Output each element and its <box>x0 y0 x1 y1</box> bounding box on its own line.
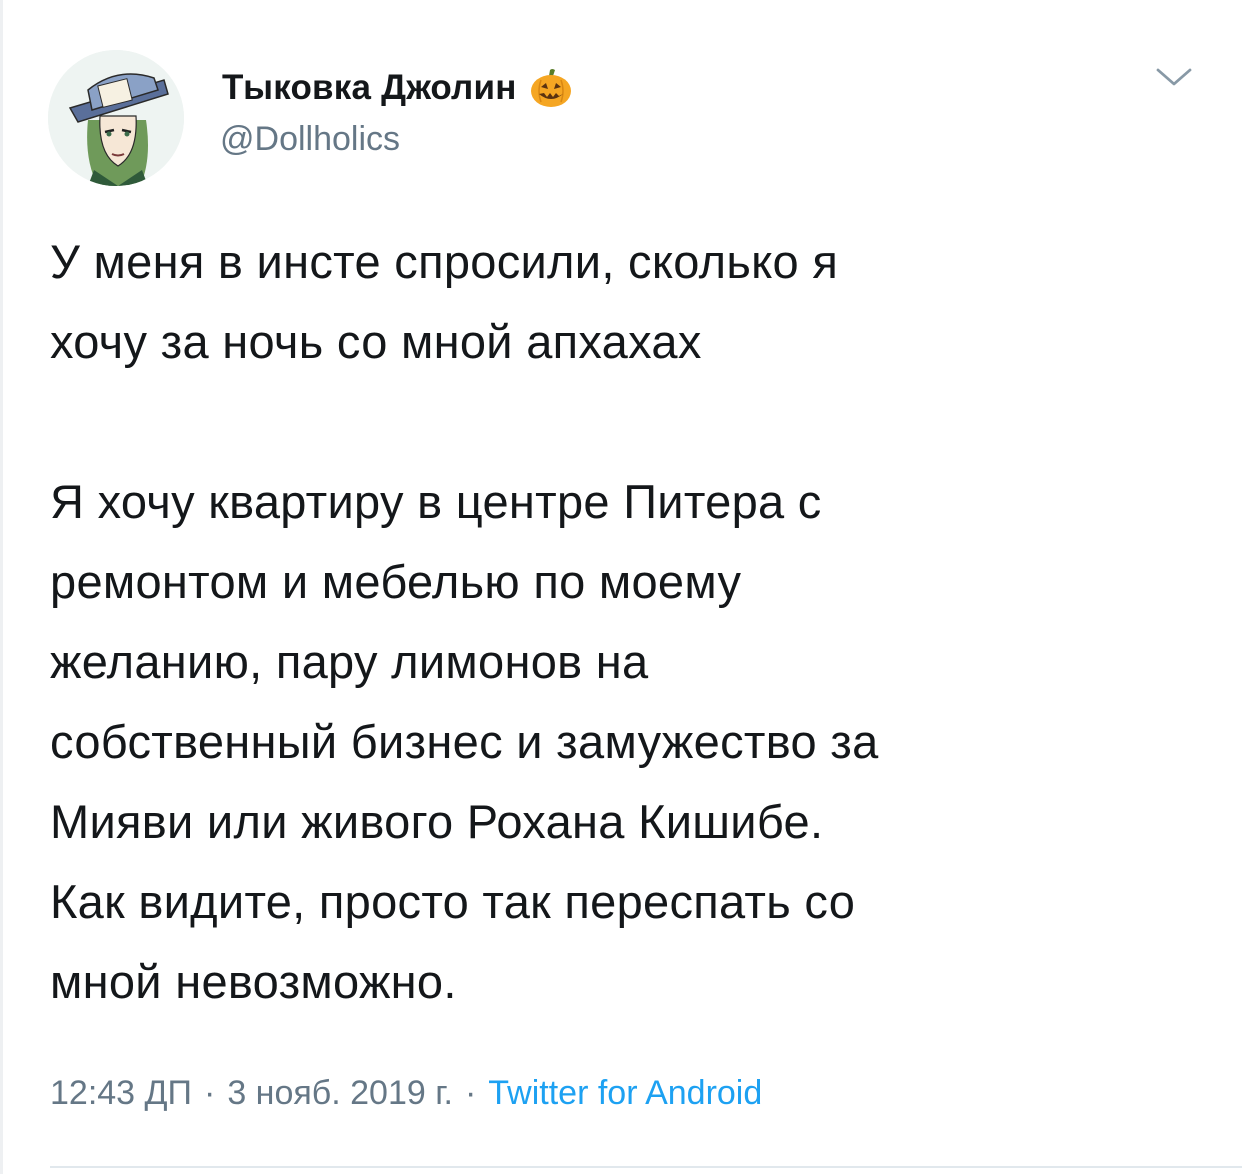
chevron-down-icon[interactable] <box>1152 64 1196 92</box>
tweet-date[interactable]: 3 нояб. 2019 г. <box>227 1074 453 1112</box>
tweet-line: хочу за ночь со мной апхахах <box>50 315 702 368</box>
display-name[interactable]: Тыковка Джолин <box>222 66 573 110</box>
paragraph-break <box>50 382 1210 462</box>
tweet-line: собственный бизнес и замужество за <box>50 715 879 768</box>
tweet-line: желанию, пару лимонов на <box>50 635 649 688</box>
tweet-card: Тыковка Джолин @Dollholics У меня в инст… <box>0 0 1242 1174</box>
meta-separator: · <box>204 1074 216 1112</box>
anime-avatar-icon <box>48 50 184 186</box>
display-name-text: Тыковка Джолин <box>222 68 517 107</box>
jack-o-lantern-icon <box>529 66 573 110</box>
tweet-text: У меня в инсте спросили, сколько я хочу … <box>50 222 1210 1022</box>
tweet-line: У меня в инсте спросили, сколько я <box>50 235 839 288</box>
bottom-divider <box>50 1166 1242 1168</box>
left-edge-divider <box>0 0 3 1174</box>
tweet-source-link[interactable]: Twitter for Android <box>488 1074 762 1112</box>
tweet-line: ремонтом и мебелью по моему <box>50 555 742 608</box>
tweet-line: Как видите, просто так переспать со <box>50 875 856 928</box>
tweet-time[interactable]: 12:43 ДП <box>50 1074 192 1112</box>
meta-separator: · <box>464 1074 477 1112</box>
tweet-line: Мияви или живого Рохана Кишибе. <box>50 795 824 848</box>
tweet-meta: 12:43 ДП · 3 нояб. 2019 г. · Twitter for And… <box>50 1074 762 1113</box>
user-handle[interactable]: @Dollholics <box>220 120 400 159</box>
tweet-line: мной невозможно. <box>50 955 457 1008</box>
avatar[interactable] <box>48 50 184 186</box>
tweet-line: Я хочу квартиру в центре Питера с <box>50 475 822 528</box>
